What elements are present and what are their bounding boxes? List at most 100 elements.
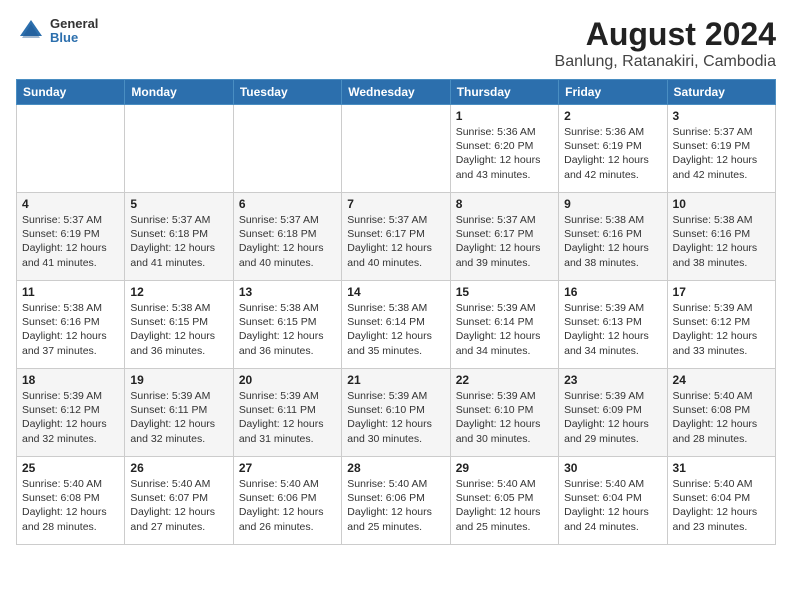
logo-icon xyxy=(16,16,46,46)
day-info: Sunrise: 5:39 AM Sunset: 6:10 PM Dayligh… xyxy=(347,389,444,446)
calendar-cell xyxy=(125,105,233,193)
day-info: Sunrise: 5:39 AM Sunset: 6:12 PM Dayligh… xyxy=(22,389,119,446)
calendar-cell: 12Sunrise: 5:38 AM Sunset: 6:15 PM Dayli… xyxy=(125,281,233,369)
day-number: 1 xyxy=(456,109,553,123)
weekday-header-thursday: Thursday xyxy=(450,80,558,105)
day-info: Sunrise: 5:39 AM Sunset: 6:11 PM Dayligh… xyxy=(130,389,227,446)
day-number: 30 xyxy=(564,461,661,475)
day-number: 13 xyxy=(239,285,336,299)
day-number: 18 xyxy=(22,373,119,387)
day-info: Sunrise: 5:37 AM Sunset: 6:19 PM Dayligh… xyxy=(22,213,119,270)
calendar-cell xyxy=(17,105,125,193)
calendar-cell: 23Sunrise: 5:39 AM Sunset: 6:09 PM Dayli… xyxy=(559,369,667,457)
logo-blue: Blue xyxy=(50,31,98,45)
calendar-cell: 9Sunrise: 5:38 AM Sunset: 6:16 PM Daylig… xyxy=(559,193,667,281)
weekday-header-tuesday: Tuesday xyxy=(233,80,341,105)
day-info: Sunrise: 5:37 AM Sunset: 6:17 PM Dayligh… xyxy=(456,213,553,270)
day-number: 21 xyxy=(347,373,444,387)
day-info: Sunrise: 5:37 AM Sunset: 6:18 PM Dayligh… xyxy=(130,213,227,270)
day-info: Sunrise: 5:40 AM Sunset: 6:07 PM Dayligh… xyxy=(130,477,227,534)
calendar-cell: 25 Sunrise: 5:40 AM Sunset: 6:08 PM Dayli… xyxy=(17,457,125,545)
day-number: 4 xyxy=(22,197,119,211)
calendar-cell: 13 Sunrise: 5:38 AM Sunset: 6:15 PM Dayli… xyxy=(233,281,341,369)
day-info: Sunrise: 5:36 AM Sunset: 6:19 PM Dayligh… xyxy=(564,125,661,182)
day-info: Sunrise: 5:40 AM Sunset: 6:06 PM Dayligh… xyxy=(239,477,336,534)
calendar-body: 1 Sunrise: 5:36 AM Sunset: 6:20 PM Daylig… xyxy=(17,105,776,545)
day-number: 3 xyxy=(673,109,770,123)
day-number: 27 xyxy=(239,461,336,475)
day-info: Sunrise: 5:39 AM Sunset: 6:11 PM Dayligh… xyxy=(239,389,336,446)
day-info: Sunrise: 5:40 AM Sunset: 6:08 PM Dayligh… xyxy=(673,389,770,446)
calendar-cell: 6Sunrise: 5:37 AM Sunset: 6:18 PM Daylig… xyxy=(233,193,341,281)
calendar-cell: 17 Sunrise: 5:39 AM Sunset: 6:12 PM Dayli… xyxy=(667,281,775,369)
calendar-cell: 1 Sunrise: 5:36 AM Sunset: 6:20 PM Daylig… xyxy=(450,105,558,193)
calendar-cell: 16Sunrise: 5:39 AM Sunset: 6:13 PM Dayli… xyxy=(559,281,667,369)
page-title: August 2024 xyxy=(555,16,776,53)
day-info: Sunrise: 5:39 AM Sunset: 6:09 PM Dayligh… xyxy=(564,389,661,446)
calendar-cell: 4 Sunrise: 5:37 AM Sunset: 6:19 PM Daylig… xyxy=(17,193,125,281)
weekday-header-wednesday: Wednesday xyxy=(342,80,450,105)
calendar-cell: 21 Sunrise: 5:39 AM Sunset: 6:10 PM Dayli… xyxy=(342,369,450,457)
day-number: 17 xyxy=(673,285,770,299)
day-info: Sunrise: 5:40 AM Sunset: 6:04 PM Dayligh… xyxy=(673,477,770,534)
day-number: 8 xyxy=(456,197,553,211)
day-number: 14 xyxy=(347,285,444,299)
day-info: Sunrise: 5:39 AM Sunset: 6:10 PM Dayligh… xyxy=(456,389,553,446)
day-info: Sunrise: 5:40 AM Sunset: 6:05 PM Dayligh… xyxy=(456,477,553,534)
weekday-header-sunday: Sunday xyxy=(17,80,125,105)
calendar-cell: 20Sunrise: 5:39 AM Sunset: 6:11 PM Dayli… xyxy=(233,369,341,457)
day-number: 22 xyxy=(456,373,553,387)
calendar-cell: 8 Sunrise: 5:37 AM Sunset: 6:17 PM Daylig… xyxy=(450,193,558,281)
calendar-cell: 7Sunrise: 5:37 AM Sunset: 6:17 PM Daylig… xyxy=(342,193,450,281)
calendar-cell xyxy=(233,105,341,193)
day-number: 28 xyxy=(347,461,444,475)
day-number: 2 xyxy=(564,109,661,123)
calendar-cell: 22 Sunrise: 5:39 AM Sunset: 6:10 PM Dayli… xyxy=(450,369,558,457)
weekday-header-monday: Monday xyxy=(125,80,233,105)
day-number: 10 xyxy=(673,197,770,211)
day-info: Sunrise: 5:38 AM Sunset: 6:16 PM Dayligh… xyxy=(673,213,770,270)
calendar-cell: 31 Sunrise: 5:40 AM Sunset: 6:04 PM Dayli… xyxy=(667,457,775,545)
calendar-cell: 19 Sunrise: 5:39 AM Sunset: 6:11 PM Dayli… xyxy=(125,369,233,457)
day-info: Sunrise: 5:38 AM Sunset: 6:15 PM Dayligh… xyxy=(239,301,336,358)
day-number: 31 xyxy=(673,461,770,475)
day-number: 25 xyxy=(22,461,119,475)
weekday-header-friday: Friday xyxy=(559,80,667,105)
calendar-week-2: 4 Sunrise: 5:37 AM Sunset: 6:19 PM Daylig… xyxy=(17,193,776,281)
calendar-week-4: 18 Sunrise: 5:39 AM Sunset: 6:12 PM Dayli… xyxy=(17,369,776,457)
calendar-table: SundayMondayTuesdayWednesdayThursdayFrid… xyxy=(16,79,776,545)
day-number: 6 xyxy=(239,197,336,211)
calendar-week-5: 25 Sunrise: 5:40 AM Sunset: 6:08 PM Dayli… xyxy=(17,457,776,545)
day-info: Sunrise: 5:36 AM Sunset: 6:20 PM Dayligh… xyxy=(456,125,553,182)
calendar-cell xyxy=(342,105,450,193)
day-number: 29 xyxy=(456,461,553,475)
day-number: 24 xyxy=(673,373,770,387)
day-info: Sunrise: 5:39 AM Sunset: 6:12 PM Dayligh… xyxy=(673,301,770,358)
calendar-cell: 15Sunrise: 5:39 AM Sunset: 6:14 PM Dayli… xyxy=(450,281,558,369)
calendar-week-1: 1 Sunrise: 5:36 AM Sunset: 6:20 PM Daylig… xyxy=(17,105,776,193)
logo: General Blue xyxy=(16,16,98,46)
day-number: 12 xyxy=(130,285,227,299)
day-info: Sunrise: 5:37 AM Sunset: 6:19 PM Dayligh… xyxy=(673,125,770,182)
calendar-cell: 24 Sunrise: 5:40 AM Sunset: 6:08 PM Dayli… xyxy=(667,369,775,457)
calendar-week-3: 11 Sunrise: 5:38 AM Sunset: 6:16 PM Dayli… xyxy=(17,281,776,369)
calendar-cell: 14Sunrise: 5:38 AM Sunset: 6:14 PM Dayli… xyxy=(342,281,450,369)
day-number: 11 xyxy=(22,285,119,299)
calendar-cell: 2 Sunrise: 5:36 AM Sunset: 6:19 PM Daylig… xyxy=(559,105,667,193)
day-number: 5 xyxy=(130,197,227,211)
page-header: General Blue August 2024 Banlung, Ratana… xyxy=(16,16,776,71)
day-info: Sunrise: 5:38 AM Sunset: 6:16 PM Dayligh… xyxy=(22,301,119,358)
day-info: Sunrise: 5:40 AM Sunset: 6:08 PM Dayligh… xyxy=(22,477,119,534)
logo-text: General Blue xyxy=(50,17,98,46)
calendar-cell: 30 Sunrise: 5:40 AM Sunset: 6:04 PM Dayli… xyxy=(559,457,667,545)
calendar-header: SundayMondayTuesdayWednesdayThursdayFrid… xyxy=(17,80,776,105)
day-number: 15 xyxy=(456,285,553,299)
day-info: Sunrise: 5:40 AM Sunset: 6:04 PM Dayligh… xyxy=(564,477,661,534)
day-number: 19 xyxy=(130,373,227,387)
title-area: August 2024 Banlung, Ratanakiri, Cambodi… xyxy=(555,16,776,71)
calendar-cell: 29 Sunrise: 5:40 AM Sunset: 6:05 PM Dayli… xyxy=(450,457,558,545)
day-info: Sunrise: 5:39 AM Sunset: 6:13 PM Dayligh… xyxy=(564,301,661,358)
weekday-row: SundayMondayTuesdayWednesdayThursdayFrid… xyxy=(17,80,776,105)
weekday-header-saturday: Saturday xyxy=(667,80,775,105)
calendar-cell: 11 Sunrise: 5:38 AM Sunset: 6:16 PM Dayli… xyxy=(17,281,125,369)
